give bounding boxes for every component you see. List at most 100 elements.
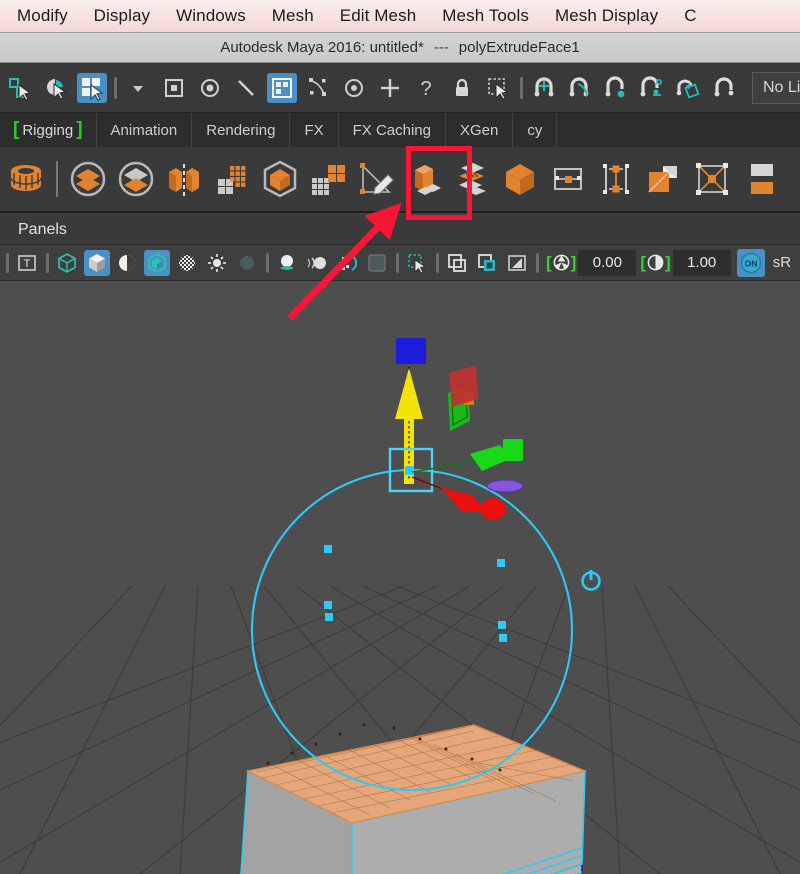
gamma-control[interactable]: [ ] (640, 253, 670, 273)
menu-item-mesh-tools[interactable]: Mesh Tools (429, 6, 542, 26)
help-icon[interactable]: ? (411, 73, 441, 103)
color-management-toggle[interactable]: ON (736, 248, 765, 277)
gamma-value-field[interactable]: 1.00 (672, 249, 731, 276)
motion-blur-icon[interactable] (304, 250, 330, 276)
xray-mode-icon[interactable] (174, 250, 200, 276)
select-by-handle-icon[interactable] (159, 73, 189, 103)
bevel-icon[interactable] (448, 155, 496, 203)
append-polygon-icon[interactable] (592, 155, 640, 203)
menu-item-curves[interactable]: C (671, 6, 709, 26)
gamma-icon (647, 254, 664, 271)
select-object-icon[interactable] (41, 73, 71, 103)
depth-of-field-icon[interactable] (364, 250, 390, 276)
shelf-tab-rigging[interactable]: [ Rigging ] (0, 113, 97, 147)
select-by-deform-icon[interactable] (303, 73, 333, 103)
active-node-name: polyExtrudeFace1 (458, 39, 580, 56)
select-by-ik-icon[interactable] (195, 73, 225, 103)
select-component-icon[interactable] (77, 72, 107, 103)
snap-to-view-plane-icon[interactable] (673, 73, 703, 103)
shelf-tab-fx-caching[interactable]: FX Caching (339, 113, 446, 147)
shade-hardware-texture-icon[interactable] (114, 250, 140, 276)
merge-vertex-icon[interactable] (544, 155, 592, 203)
snap-to-curve-icon[interactable] (565, 73, 595, 103)
vp-separator-2 (262, 252, 272, 274)
vp-separator-4 (432, 252, 442, 274)
status-line-toolbar: ? No Li (0, 63, 800, 113)
menu-item-edit-mesh[interactable]: Edit Mesh (327, 6, 430, 26)
vp-separator-3 (392, 252, 402, 274)
select-by-curve-icon[interactable] (231, 73, 261, 103)
snap-to-live-icon[interactable] (709, 73, 739, 103)
poke-face-icon[interactable] (688, 155, 736, 203)
shelf-separator (50, 159, 64, 199)
vp-separator-0 (2, 252, 12, 274)
exposure-control[interactable]: [ ] (546, 253, 576, 273)
smooth-icon[interactable] (208, 155, 256, 203)
separate-icon[interactable] (112, 155, 160, 203)
chevron-down-icon[interactable] (123, 73, 153, 103)
snap-to-projected-center-icon[interactable] (637, 73, 667, 103)
combine-icon[interactable] (64, 155, 112, 203)
film-gate-icon[interactable] (474, 250, 500, 276)
create-polygon-tool-icon[interactable] (352, 155, 400, 203)
exposure-value-field[interactable]: 0.00 (578, 249, 637, 276)
shelf-tab-fx[interactable]: FX (290, 113, 339, 147)
perspective-viewport[interactable] (0, 281, 800, 874)
wedge-face-icon[interactable] (640, 155, 688, 203)
snap-to-point-icon[interactable] (601, 73, 631, 103)
smooth-shade-all-icon[interactable] (84, 249, 110, 276)
toolbar-separator-2 (516, 75, 526, 101)
color-space-label[interactable]: sR (773, 254, 791, 271)
snap-to-grid-icon[interactable] (529, 73, 559, 103)
panel-menu-bar: Panels (0, 215, 800, 245)
shadows-icon[interactable] (234, 250, 260, 276)
extrude-icon[interactable] (400, 155, 448, 203)
window-title-bar: Autodesk Maya 2016: untitled* --- polyEx… (0, 33, 800, 63)
wireframe-shaded-icon[interactable] (54, 250, 80, 276)
menu-item-display[interactable]: Display (81, 6, 163, 26)
isolate-select-icon[interactable] (404, 250, 430, 276)
resolution-gate-icon[interactable] (504, 250, 530, 276)
reduce-icon[interactable] (304, 155, 352, 203)
shelf-tab-animation[interactable]: Animation (97, 113, 193, 147)
bracket-open-icon: [ (13, 119, 20, 140)
panels-menu[interactable]: Panels (18, 221, 67, 239)
svg-text:?: ? (420, 78, 431, 100)
manipulator-z-scale[interactable] (503, 439, 523, 461)
ambient-occlusion-icon[interactable] (274, 250, 300, 276)
boolean-icon[interactable] (256, 155, 304, 203)
menu-item-mesh-display[interactable]: Mesh Display (542, 6, 671, 26)
exposure-bracket-right: ] (570, 252, 577, 272)
shelf-tab-label: Rigging (22, 121, 74, 139)
bracket-close-icon: ] (76, 119, 83, 140)
grid-display-icon[interactable] (444, 250, 470, 276)
select-by-surface-icon[interactable] (267, 72, 297, 103)
manipulator-scale-handle[interactable] (396, 338, 426, 364)
main-menu-bar: Modify Display Windows Mesh Edit Mesh Me… (0, 0, 800, 33)
detach-component-icon[interactable] (736, 155, 784, 203)
lock-icon[interactable] (447, 73, 477, 103)
mirror-geometry-icon[interactable] (160, 155, 208, 203)
shelf-icon-row (0, 147, 800, 213)
maya-application-window: Modify Display Windows Mesh Edit Mesh Me… (0, 0, 800, 874)
bridge-icon[interactable] (496, 155, 544, 203)
shelf-tab-cy[interactable]: cy (513, 113, 558, 147)
app-title: Autodesk Maya 2016: untitled* (220, 39, 424, 56)
menu-item-windows[interactable]: Windows (163, 6, 259, 26)
select-by-dynamic-icon[interactable] (339, 73, 369, 103)
multisample-aa-icon[interactable] (334, 250, 360, 276)
menu-item-mesh[interactable]: Mesh (259, 6, 327, 26)
wireframe-on-shaded-icon[interactable] (144, 249, 170, 276)
menu-item-modify[interactable]: Modify (4, 6, 81, 26)
text-overlay-icon[interactable]: T (14, 250, 40, 276)
no-live-surface-field[interactable]: No Live S (752, 71, 800, 104)
use-default-lighting-icon[interactable] (204, 250, 230, 276)
select-hierarchy-icon[interactable] (5, 73, 35, 103)
shelf-tab-xgen[interactable]: XGen (446, 113, 514, 147)
manipulator-center-dot[interactable] (405, 466, 414, 475)
poly-pipe-icon[interactable] (2, 155, 50, 203)
marquee-select-icon[interactable] (483, 73, 513, 103)
manipulator-x-scale[interactable] (480, 498, 506, 520)
shelf-tab-rendering[interactable]: Rendering (192, 113, 291, 147)
select-by-misc-icon[interactable] (375, 73, 405, 103)
